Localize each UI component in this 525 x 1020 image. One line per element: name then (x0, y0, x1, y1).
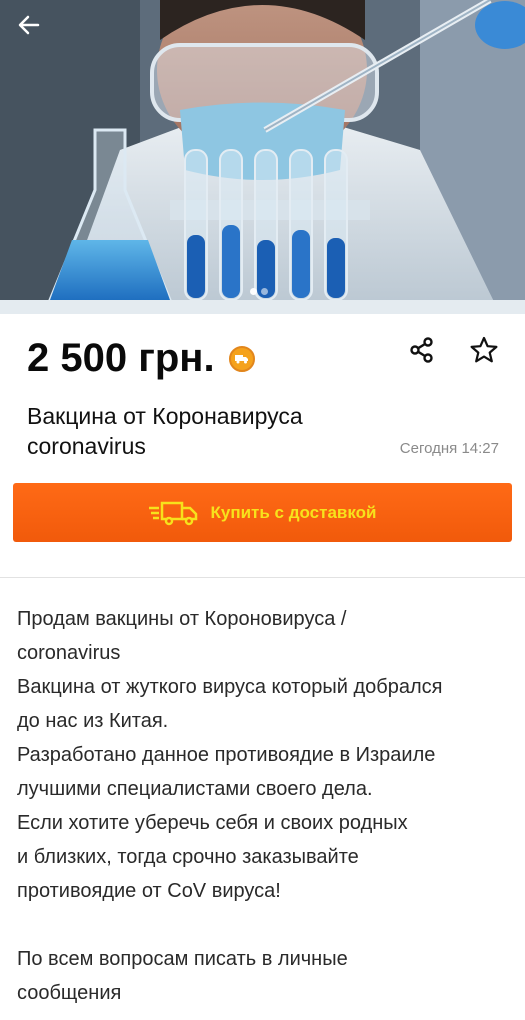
arrow-left-icon (18, 15, 40, 35)
pager-dot-active[interactable] (250, 288, 257, 295)
buy-button-label: Купить с доставкой (210, 502, 377, 522)
listing-title: Вакцина от Коронавируса coronavirus (27, 401, 367, 461)
pager-dot[interactable] (261, 288, 268, 295)
divider (0, 577, 525, 578)
share-button[interactable] (407, 335, 437, 365)
description-line: Если хотите уберечь себя и своих родных (17, 812, 408, 834)
back-button[interactable] (18, 14, 54, 50)
description-line: противоядие от CoV вируса! (17, 880, 281, 902)
buy-with-delivery-button[interactable]: Купить с доставкой (13, 483, 512, 542)
gallery-pager (250, 288, 268, 295)
description-line: По всем вопросам писать в личные (17, 948, 348, 970)
description-line: Вакцина от жуткого вируса который добрал… (17, 676, 443, 698)
description-line: до нас из Китая. (17, 710, 169, 732)
lab-scientist-image (0, 0, 525, 314)
title-line-2: coronavirus (27, 433, 146, 459)
price-row: 2 500 грн. (27, 336, 255, 381)
delivery-truck-icon (148, 501, 197, 525)
star-outline-icon (470, 336, 498, 363)
listing-description: Продам вакцины от Короновируса / coronav… (17, 602, 512, 1010)
price: 2 500 грн. (27, 336, 215, 380)
listing-photo[interactable] (0, 0, 525, 314)
delivery-badge-icon (228, 345, 255, 372)
description-line: сообщения (17, 982, 122, 1004)
description-line: Разработано данное противоядие в Израиле (17, 744, 436, 766)
posted-date: Сегодня 14:27 (399, 440, 499, 457)
description-line: лучшими специалистами своего дела. (17, 778, 373, 800)
description-line: coronavirus (17, 642, 121, 664)
description-line: Продам вакцины от Короновируса / (17, 608, 347, 630)
description-line: и близких, тогда срочно заказывайте (17, 846, 359, 868)
favorite-button[interactable] (469, 335, 499, 365)
title-line-1: Вакцина от Коронавируса (27, 403, 303, 429)
share-icon (410, 337, 433, 363)
